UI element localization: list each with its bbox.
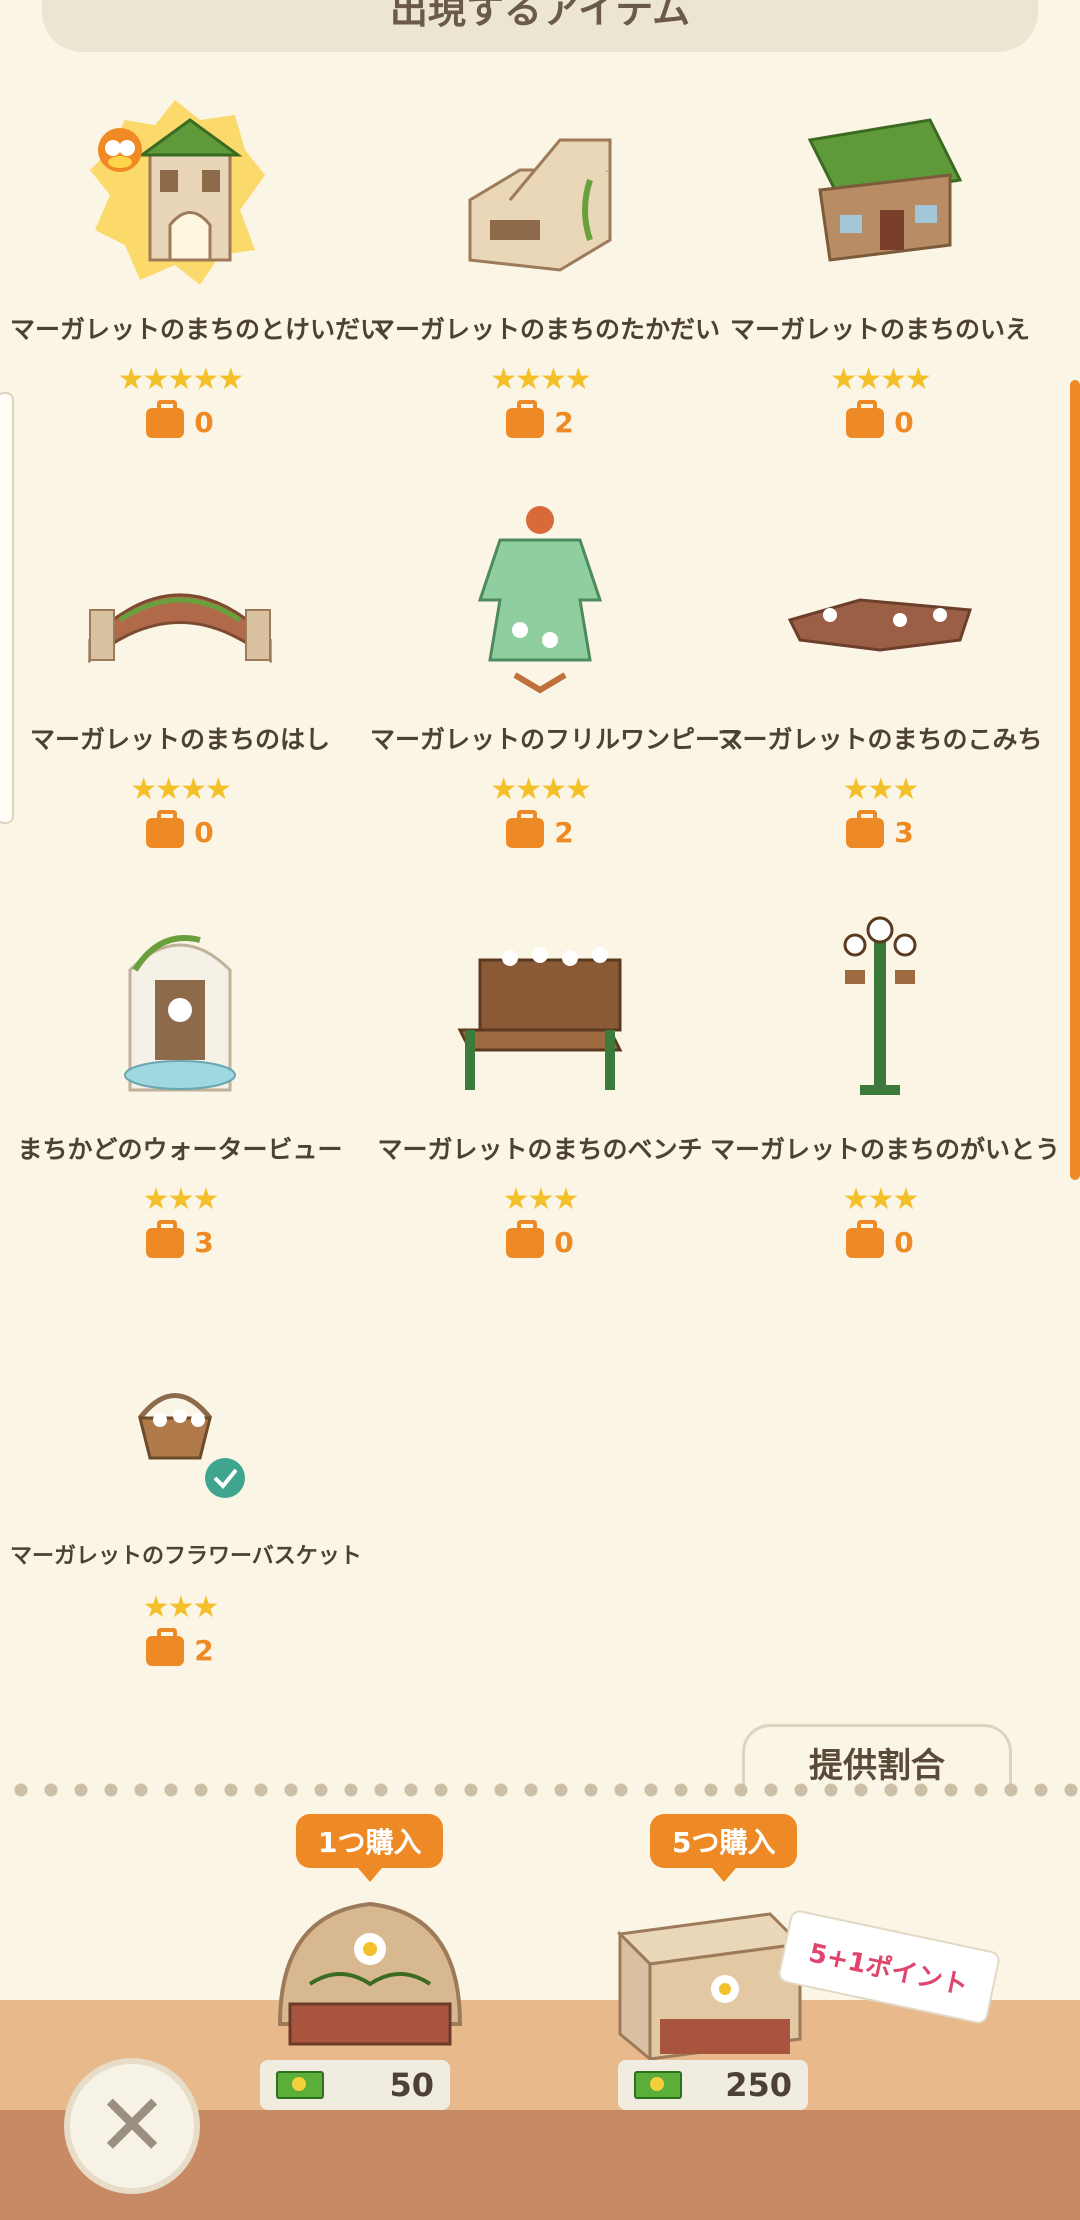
- buy-one-text: 1つ購入: [318, 1826, 422, 1859]
- item-card-street-lamp[interactable]: マーガレットのまちのがいとう ★★★ 0: [710, 900, 1061, 1280]
- owned-count-value: 3: [194, 1226, 214, 1259]
- bag-icon: [506, 809, 545, 848]
- bag-icon: [506, 1219, 545, 1258]
- owned-count: 0: [10, 809, 350, 849]
- item-card-bridge[interactable]: マーガレットのまちのはし ★★★★ 0: [10, 490, 350, 870]
- rarity-stars: ★★★★: [490, 772, 592, 807]
- item-name: マーガレットのフラワーバスケット: [10, 1544, 362, 1569]
- item-card-bench[interactable]: マーガレットのまちのベンチ ★★★ 0: [370, 900, 710, 1280]
- buy-one-price: 50: [260, 2060, 450, 2110]
- item-card-flower-basket[interactable]: マーガレットのフラワーバスケット ★★★ 2: [10, 1308, 362, 1688]
- item-card-water-view[interactable]: まちかどのウォータービュー ★★★ 3: [10, 900, 350, 1280]
- rarity-stars: ★★★: [142, 1182, 220, 1217]
- buy-one-price-value: 50: [389, 2066, 434, 2104]
- rarity-stars: ★★★: [502, 1182, 580, 1217]
- owned-count: 2: [370, 399, 710, 439]
- item-card-dress[interactable]: マーガレットのフリルワンピース ★★★★ 2: [370, 490, 744, 870]
- item-name: マーガレットのまちのいえ: [729, 315, 1030, 344]
- item-name: マーガレットのまちのこみち: [717, 725, 1043, 754]
- buy-five-label: 5つ購入: [650, 1814, 798, 1882]
- buy-one-button[interactable]: 1つ購入 50: [240, 1814, 480, 2114]
- owned-count: 2: [10, 1627, 350, 1667]
- item-card-clock-tower[interactable]: マーガレットのまちのとけいだい ★★★★★ 0: [10, 80, 386, 460]
- owned-count-value: 0: [894, 406, 914, 439]
- item-name: マーガレットのまちのとけいだい: [10, 315, 386, 344]
- street-lamp-image: [780, 900, 980, 1110]
- owned-count-value: 0: [894, 1226, 914, 1259]
- owned-count-value: 0: [554, 1226, 574, 1259]
- rarity-stars: ★★★★: [490, 362, 592, 397]
- section-header: 出現するアイテム: [42, 0, 1038, 52]
- bonus-points-text: 5+1ポイント: [806, 1937, 971, 2001]
- owned-count-value: 0: [194, 406, 214, 439]
- rarity-stars: ★★★★★: [117, 362, 244, 397]
- item-name: マーガレットのまちのベンチ: [377, 1135, 703, 1164]
- dress-image: [440, 490, 640, 700]
- owned-count: 0: [10, 399, 350, 439]
- rarity-stars: ★★★: [842, 772, 920, 807]
- buy-five-price-value: 250: [725, 2066, 792, 2104]
- close-icon: ✕: [95, 2076, 169, 2176]
- cash-icon: [276, 2071, 324, 2099]
- item-name: マーガレットのまちのがいとう: [710, 1135, 1061, 1164]
- rarity-stars: ★★★: [142, 1590, 220, 1625]
- item-name: マーガレットのフリルワンピース: [370, 725, 744, 754]
- item-name: まちかどのウォータービュー: [17, 1135, 343, 1164]
- item-name: マーガレットのまちのたかだい: [370, 315, 721, 344]
- bridge-image: [80, 490, 280, 700]
- clock-tower-image: [80, 80, 280, 290]
- bag-icon: [146, 809, 185, 848]
- path-image: [780, 490, 980, 700]
- bag-icon: [146, 399, 185, 438]
- item-name: マーガレットのまちのはし: [29, 725, 330, 754]
- bag-icon: [146, 1627, 185, 1666]
- item-card-path[interactable]: マーガレットのまちのこみち ★★★ 3: [710, 490, 1050, 870]
- dotted-divider: [0, 1782, 1080, 1798]
- owned-count: 3: [10, 1219, 350, 1259]
- flower-basket-image: [80, 1308, 280, 1518]
- section-title: 出現するアイテム: [389, 0, 691, 32]
- cash-icon: [634, 2071, 682, 2099]
- terrace-image: [440, 80, 640, 290]
- rarity-stars: ★★★: [842, 1182, 920, 1217]
- buy-one-label: 1つ購入: [296, 1814, 444, 1882]
- buy-five-text: 5つ購入: [672, 1826, 776, 1859]
- owned-count-value: 3: [894, 816, 914, 849]
- buy-five-price: 250: [618, 2060, 808, 2110]
- scrollbar[interactable]: [1070, 380, 1080, 1180]
- owned-count-value: 2: [554, 406, 574, 439]
- bag-icon: [846, 809, 885, 848]
- owned-count: 3: [710, 809, 1050, 849]
- house-image: [780, 80, 980, 290]
- owned-count: 0: [370, 1219, 710, 1259]
- drop-rate-label: 提供割合: [809, 1745, 945, 1786]
- bag-icon: [146, 1219, 185, 1258]
- fountain-image: [80, 900, 280, 1110]
- item-card-house[interactable]: マーガレットのまちのいえ ★★★★ 0: [710, 80, 1050, 460]
- item-card-terrace[interactable]: マーガレットのまちのたかだい ★★★★ 2: [370, 80, 721, 460]
- owned-count-value: 2: [554, 816, 574, 849]
- bag-icon: [846, 399, 885, 438]
- cookie-item-icon: [277, 1901, 463, 2046]
- owned-count: 2: [370, 809, 710, 849]
- owned-count: 0: [710, 1219, 1050, 1259]
- bag-icon: [846, 1219, 885, 1258]
- owned-count-value: 2: [194, 1634, 214, 1667]
- rarity-stars: ★★★★: [830, 362, 932, 397]
- rarity-stars: ★★★★: [130, 772, 232, 807]
- close-button[interactable]: ✕: [64, 2058, 200, 2194]
- bag-icon: [506, 399, 545, 438]
- owned-count: 0: [710, 399, 1050, 439]
- owned-count-value: 0: [194, 816, 214, 849]
- bench-image: [440, 900, 640, 1110]
